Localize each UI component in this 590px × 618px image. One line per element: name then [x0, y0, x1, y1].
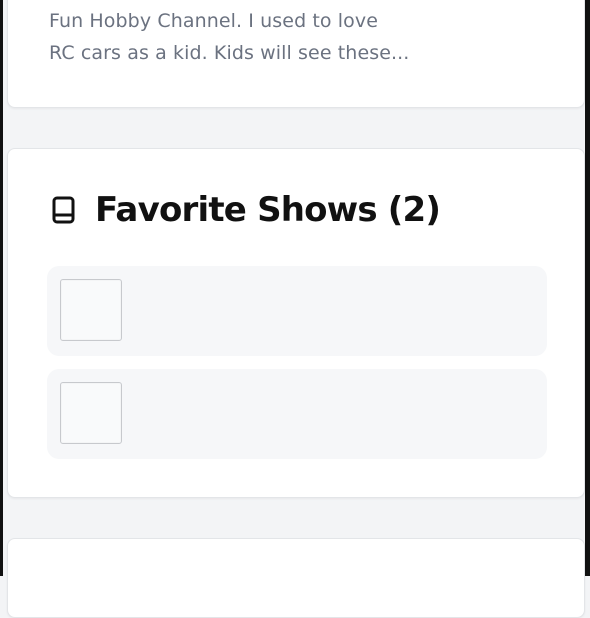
favorite-show-item[interactable]: [47, 369, 547, 459]
show-thumbnail: [60, 279, 122, 341]
favorite-shows-header: Favorite Shows (2): [51, 187, 441, 233]
description-line-2: RC cars as a kid. Kids will see these...: [49, 42, 410, 64]
next-card: [7, 538, 585, 618]
book-icon: [51, 195, 77, 225]
description-line-1: Fun Hobby Channel. I used to love: [49, 10, 379, 32]
description-card: Fun Hobby Channel. I used to love RC car…: [7, 0, 585, 108]
description-snippet: Fun Hobby Channel. I used to love RC car…: [49, 5, 449, 69]
favorite-shows-title: Favorite Shows (2): [95, 190, 441, 230]
favorite-shows-card: Favorite Shows (2): [7, 148, 585, 498]
show-thumbnail: [60, 382, 122, 444]
favorite-show-item[interactable]: [47, 266, 547, 356]
